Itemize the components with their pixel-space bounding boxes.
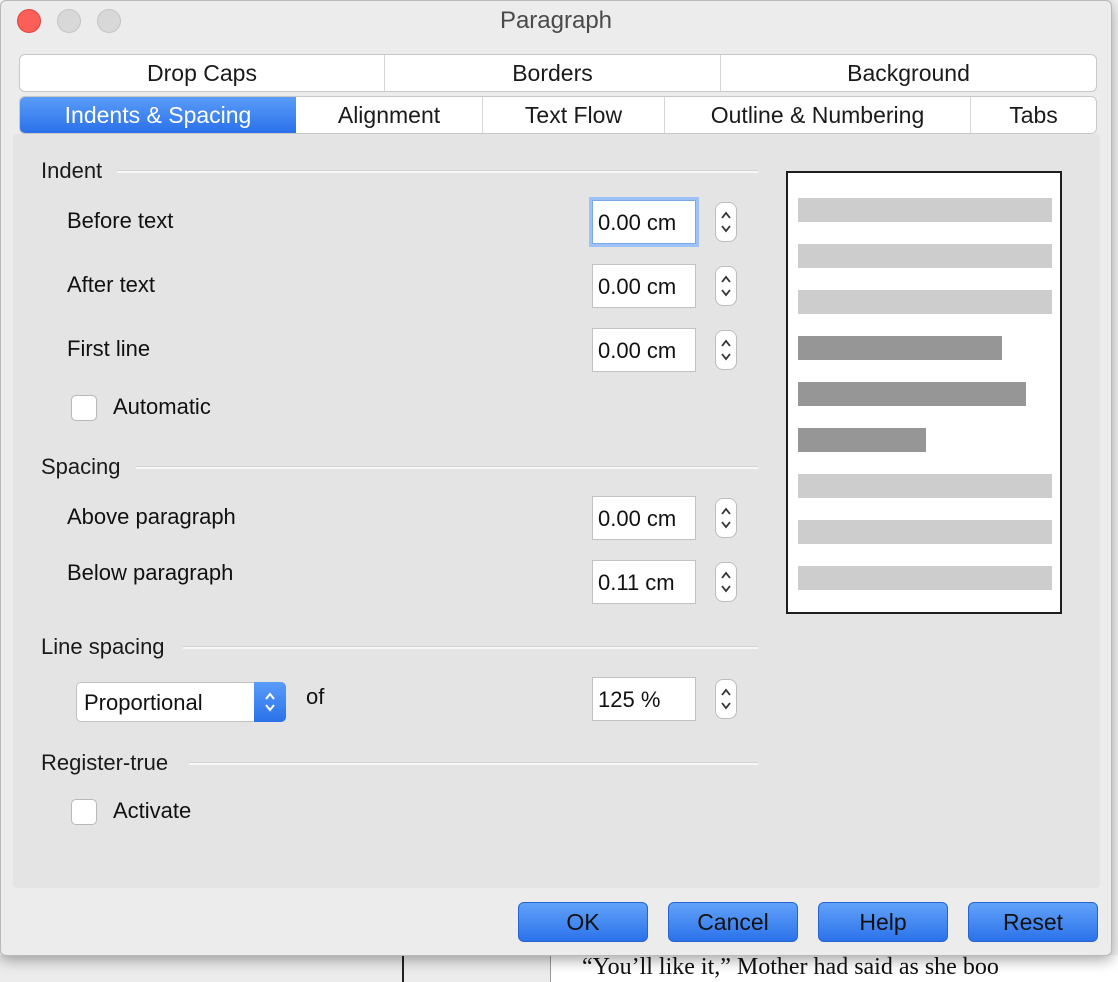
preview-line-next: [798, 520, 1052, 544]
after-text-stepper[interactable]: [715, 266, 737, 306]
above-paragraph-label: Above paragraph: [67, 504, 236, 529]
after-text-field[interactable]: 0.00 cm: [592, 264, 696, 308]
background-divider: [402, 955, 404, 982]
indent-heading: Indent: [41, 158, 103, 183]
tab-outline-numbering[interactable]: Outline & Numbering: [665, 97, 971, 133]
automatic-checkbox[interactable]: [71, 395, 97, 421]
window-title: Paragraph: [499, 7, 613, 34]
line-spacing-stepper[interactable]: [715, 679, 737, 719]
first-line-stepper[interactable]: [715, 330, 737, 370]
first-line-field[interactable]: 0.00 cm: [592, 328, 696, 372]
line-spacing-value-field[interactable]: 125 %: [592, 677, 696, 721]
tab-row-upper: Drop Caps Borders Background: [19, 54, 1097, 92]
preview-line-next: [798, 566, 1052, 590]
line-spacing-mode: Proportional: [84, 690, 203, 715]
before-text-label: Before text: [67, 208, 174, 233]
paragraph-dialog: Paragraph Drop Caps Borders Background I…: [0, 0, 1112, 956]
of-label: of: [306, 684, 325, 709]
spacing-heading: Spacing: [41, 454, 121, 479]
below-paragraph-label: Below paragraph: [67, 560, 234, 585]
tab-row-lower: Indents & Spacing Alignment Text Flow Ou…: [19, 96, 1097, 134]
tab-drop-caps[interactable]: Drop Caps: [20, 55, 385, 91]
activate-label: Activate: [113, 798, 192, 823]
line-spacing-heading: Line spacing: [41, 634, 165, 659]
first-line-label: First line: [67, 336, 151, 361]
below-paragraph-field[interactable]: 0.11 cm: [592, 560, 696, 604]
stepper-arrows-icon: [721, 571, 731, 593]
register-true-separator: [189, 762, 758, 765]
preview-line-current: [798, 336, 1002, 360]
tab-indents-spacing[interactable]: Indents & Spacing: [20, 97, 296, 133]
activate-checkbox[interactable]: [71, 799, 97, 825]
automatic-label: Automatic: [113, 394, 211, 419]
line-spacing-separator: [183, 646, 758, 649]
help-button[interactable]: Help: [818, 902, 948, 942]
cancel-button[interactable]: Cancel: [668, 902, 798, 942]
above-paragraph-field[interactable]: 0.00 cm: [592, 496, 696, 540]
register-true-heading: Register-true: [41, 750, 169, 775]
paragraph-preview: [786, 171, 1062, 614]
preview-line-current: [798, 382, 1026, 406]
stepper-arrows-icon: [721, 211, 731, 233]
spacing-separator: [136, 466, 758, 469]
stepper-arrows-icon: [721, 339, 731, 361]
after-text-label: After text: [67, 272, 156, 297]
line-spacing-select[interactable]: Proportional: [76, 682, 286, 722]
preview-line-next: [798, 474, 1052, 498]
before-text-stepper[interactable]: [715, 202, 737, 242]
select-arrows-icon: [254, 682, 286, 722]
ok-button[interactable]: OK: [518, 902, 648, 942]
tab-text-flow[interactable]: Text Flow: [483, 97, 665, 133]
tab-background[interactable]: Background: [721, 55, 1096, 91]
before-text-field[interactable]: 0.00 cm: [592, 200, 696, 244]
stepper-arrows-icon: [721, 507, 731, 529]
preview-line-previous: [798, 244, 1052, 268]
tab-borders[interactable]: Borders: [385, 55, 721, 91]
tab-alignment[interactable]: Alignment: [296, 97, 483, 133]
title-bar[interactable]: Paragraph: [1, 1, 1111, 43]
preview-line-previous: [798, 198, 1052, 222]
above-paragraph-stepper[interactable]: [715, 498, 737, 538]
preview-line-previous: [798, 290, 1052, 314]
stepper-arrows-icon: [721, 688, 731, 710]
below-paragraph-stepper[interactable]: [715, 562, 737, 602]
reset-button[interactable]: Reset: [968, 902, 1098, 942]
stepper-arrows-icon: [721, 275, 731, 297]
tab-tabs[interactable]: Tabs: [971, 97, 1096, 133]
preview-line-current: [798, 428, 926, 452]
background-document-text: “You’ll like it,” Mother had said as she…: [582, 954, 999, 980]
indent-separator: [117, 170, 758, 173]
